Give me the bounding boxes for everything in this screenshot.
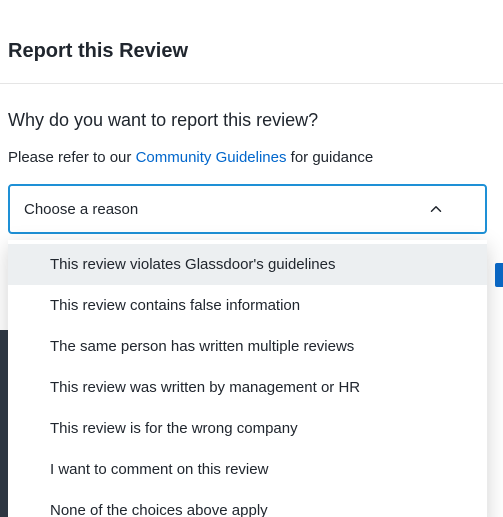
reason-option[interactable]: None of the choices above apply: [8, 490, 487, 517]
backdrop-left: [0, 330, 8, 517]
reason-option[interactable]: This review contains false information: [8, 285, 487, 326]
chevron-up-icon: [427, 200, 445, 218]
report-review-modal: Report this Review Why do you want to re…: [0, 0, 503, 517]
hint-post: for guidance: [286, 149, 373, 166]
reason-option[interactable]: The same person has written multiple rev…: [8, 326, 487, 367]
reason-option[interactable]: This review is for the wrong company: [8, 408, 487, 449]
submit-button-edge: [495, 263, 503, 287]
reason-option[interactable]: This review violates Glassdoor's guideli…: [8, 244, 487, 285]
hint-text: Please refer to our Community Guidelines…: [8, 149, 495, 166]
reason-option[interactable]: This review was written by management or…: [8, 367, 487, 408]
question-text: Why do you want to report this review?: [8, 110, 495, 131]
modal-title: Report this Review: [0, 0, 503, 83]
reason-select-value: Choose a reason: [24, 201, 138, 218]
reason-dropdown[interactable]: This review violates Glassdoor's guideli…: [8, 240, 487, 517]
community-guidelines-link[interactable]: Community Guidelines: [136, 149, 287, 166]
reason-option[interactable]: I want to comment on this review: [8, 449, 487, 490]
form-section: Why do you want to report this review? P…: [0, 84, 503, 234]
reason-select: Choose a reason This review violates Gla…: [8, 184, 491, 234]
reason-select-button[interactable]: Choose a reason: [8, 184, 487, 234]
hint-pre: Please refer to our: [8, 149, 136, 166]
